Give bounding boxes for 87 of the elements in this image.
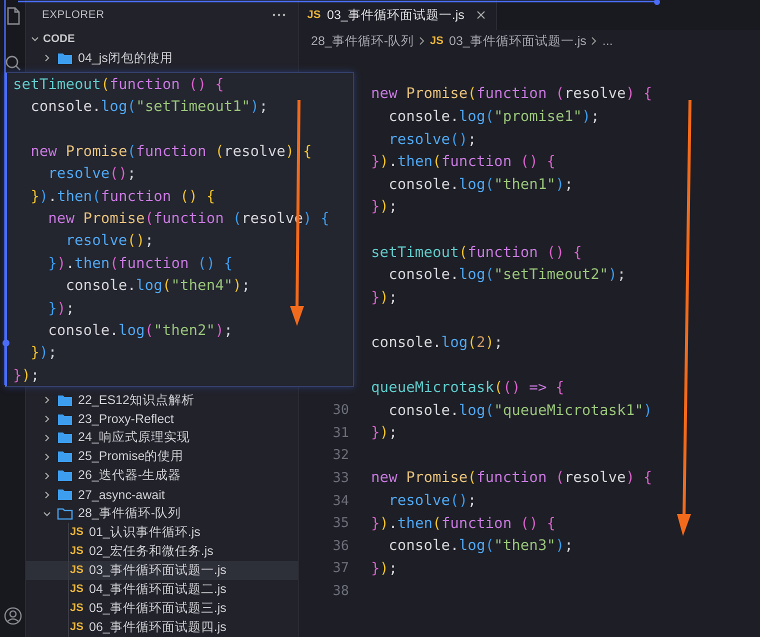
account-icon[interactable] — [4, 607, 22, 625]
code-line: }); — [47, 300, 75, 317]
code-line: setTimeout(function () { — [13, 76, 224, 93]
code-line: resolve(); — [64, 232, 154, 250]
folder-item[interactable]: 04_js闭包的使用 — [26, 48, 298, 68]
close-icon[interactable] — [476, 10, 486, 20]
code-line: }).then(function () { — [371, 514, 556, 532]
file-item[interactable]: JS 06_事件循环面试题四.js — [26, 618, 298, 637]
breadcrumb[interactable]: ... — [602, 34, 613, 48]
code-line: console.log("then4"); — [64, 277, 250, 294]
folder-icon — [57, 469, 73, 482]
folder-icon — [57, 394, 73, 407]
file-item[interactable]: JS 01_认识事件循环.js — [26, 522, 298, 542]
code-line: }).then(function () { — [47, 254, 233, 272]
folder-icon — [57, 52, 73, 65]
code-line: console.log("then1"); — [388, 176, 574, 193]
explorer-title: EXPLORER — [42, 8, 104, 21]
js-file-icon: JS — [70, 545, 84, 558]
code-line: }); — [371, 288, 398, 306]
code-line: console.log(2); — [371, 334, 503, 351]
code-line: }); — [371, 198, 398, 216]
line-number: 30 — [332, 402, 349, 418]
code-line: }); — [13, 366, 40, 384]
code-line: }).then(function () { — [30, 188, 216, 205]
code-line: }).then(function () { — [371, 153, 556, 170]
folder-item[interactable]: 28_事件循环-队列 — [26, 504, 298, 523]
search-icon[interactable] — [4, 54, 22, 72]
code-line: console.log("promise1"); — [388, 108, 600, 125]
chevron-right-icon — [418, 36, 426, 46]
breadcrumb[interactable]: JS 03_事件循环面试题一.js — [430, 32, 586, 50]
code-line: resolve(); — [388, 492, 476, 510]
line-number: 35 — [332, 515, 349, 532]
chevron-right-icon — [42, 452, 52, 462]
folder-icon — [57, 507, 73, 520]
code-line: new Promise(function (resolve) { — [30, 142, 312, 160]
file-item[interactable]: JS 04_事件循环面试题二.js — [26, 580, 298, 599]
code-line: console.log("then3"); — [388, 537, 574, 554]
folder-item[interactable]: 27_async-await — [26, 485, 298, 504]
folder-icon — [57, 431, 73, 444]
folder-item[interactable]: 25_Promise的使用 — [26, 447, 298, 466]
line-number: 37 — [332, 560, 349, 576]
line-number: 38 — [332, 582, 349, 599]
code-line: console.log("setTimeout2"); — [388, 266, 626, 284]
code-line: console.log("then2"); — [47, 322, 233, 339]
chevron-right-icon — [42, 432, 52, 443]
section-header[interactable]: CODE — [26, 30, 298, 49]
code-line: }); — [371, 560, 398, 577]
folder-icon — [57, 488, 73, 502]
code-line: queueMicrotask(() => { — [371, 379, 564, 396]
folder-item[interactable]: 26_迭代器-生成器 — [26, 466, 298, 486]
code-line: }); — [371, 424, 398, 442]
chevron-right-icon — [42, 395, 52, 406]
file-item[interactable]: JS 03_事件循环面试题一.js — [26, 560, 298, 580]
chevron-right-icon — [42, 53, 52, 64]
code-line: new Promise(function (resolve) { — [371, 469, 652, 486]
file-item[interactable]: JS 05_事件循环面试题三.js — [26, 598, 298, 618]
chevron-right-icon — [590, 36, 598, 46]
line-number: 34 — [332, 492, 349, 509]
code-line: new Promise(function (resolve) { — [371, 85, 652, 102]
code-line: setTimeout(function () { — [371, 244, 582, 261]
line-number: 33 — [332, 470, 349, 486]
folder-icon — [57, 412, 73, 426]
folder-item[interactable]: 24_响应式原理实现 — [26, 428, 298, 448]
files-icon[interactable] — [4, 6, 20, 26]
code-line: resolve(); — [388, 130, 476, 148]
code-line: resolve(); — [47, 165, 136, 182]
js-file-icon: JS — [70, 564, 84, 576]
chevron-right-icon — [42, 470, 52, 481]
code-line: }); — [30, 344, 57, 362]
line-number: 32 — [332, 447, 349, 464]
folder-icon — [57, 450, 73, 464]
js-file-icon: JS — [70, 526, 84, 538]
code-line: console.log("setTimeout1"); — [30, 98, 268, 116]
chevron-right-icon — [42, 490, 52, 500]
more-icon[interactable] — [272, 12, 286, 17]
code-line: console.log("queueMicrotask1") — [388, 402, 652, 419]
editor-tab[interactable]: JS 03_事件循环面试题一.js — [299, 0, 498, 30]
folder-item[interactable]: 22_ES12知识点解析 — [26, 390, 298, 410]
breadcrumb[interactable]: 28_事件循环-队列 — [311, 32, 414, 50]
line-number: 31 — [332, 424, 349, 441]
folder-item[interactable]: 23_Proxy-Reflect — [26, 410, 298, 429]
js-file-icon: JS — [70, 602, 84, 614]
file-item[interactable]: JS 02_宏任务和微任务.js — [26, 542, 298, 561]
js-file-icon: JS — [70, 621, 84, 634]
chevron-right-icon — [42, 414, 52, 424]
js-file-icon: JS — [70, 583, 84, 596]
line-number: 36 — [332, 538, 349, 554]
